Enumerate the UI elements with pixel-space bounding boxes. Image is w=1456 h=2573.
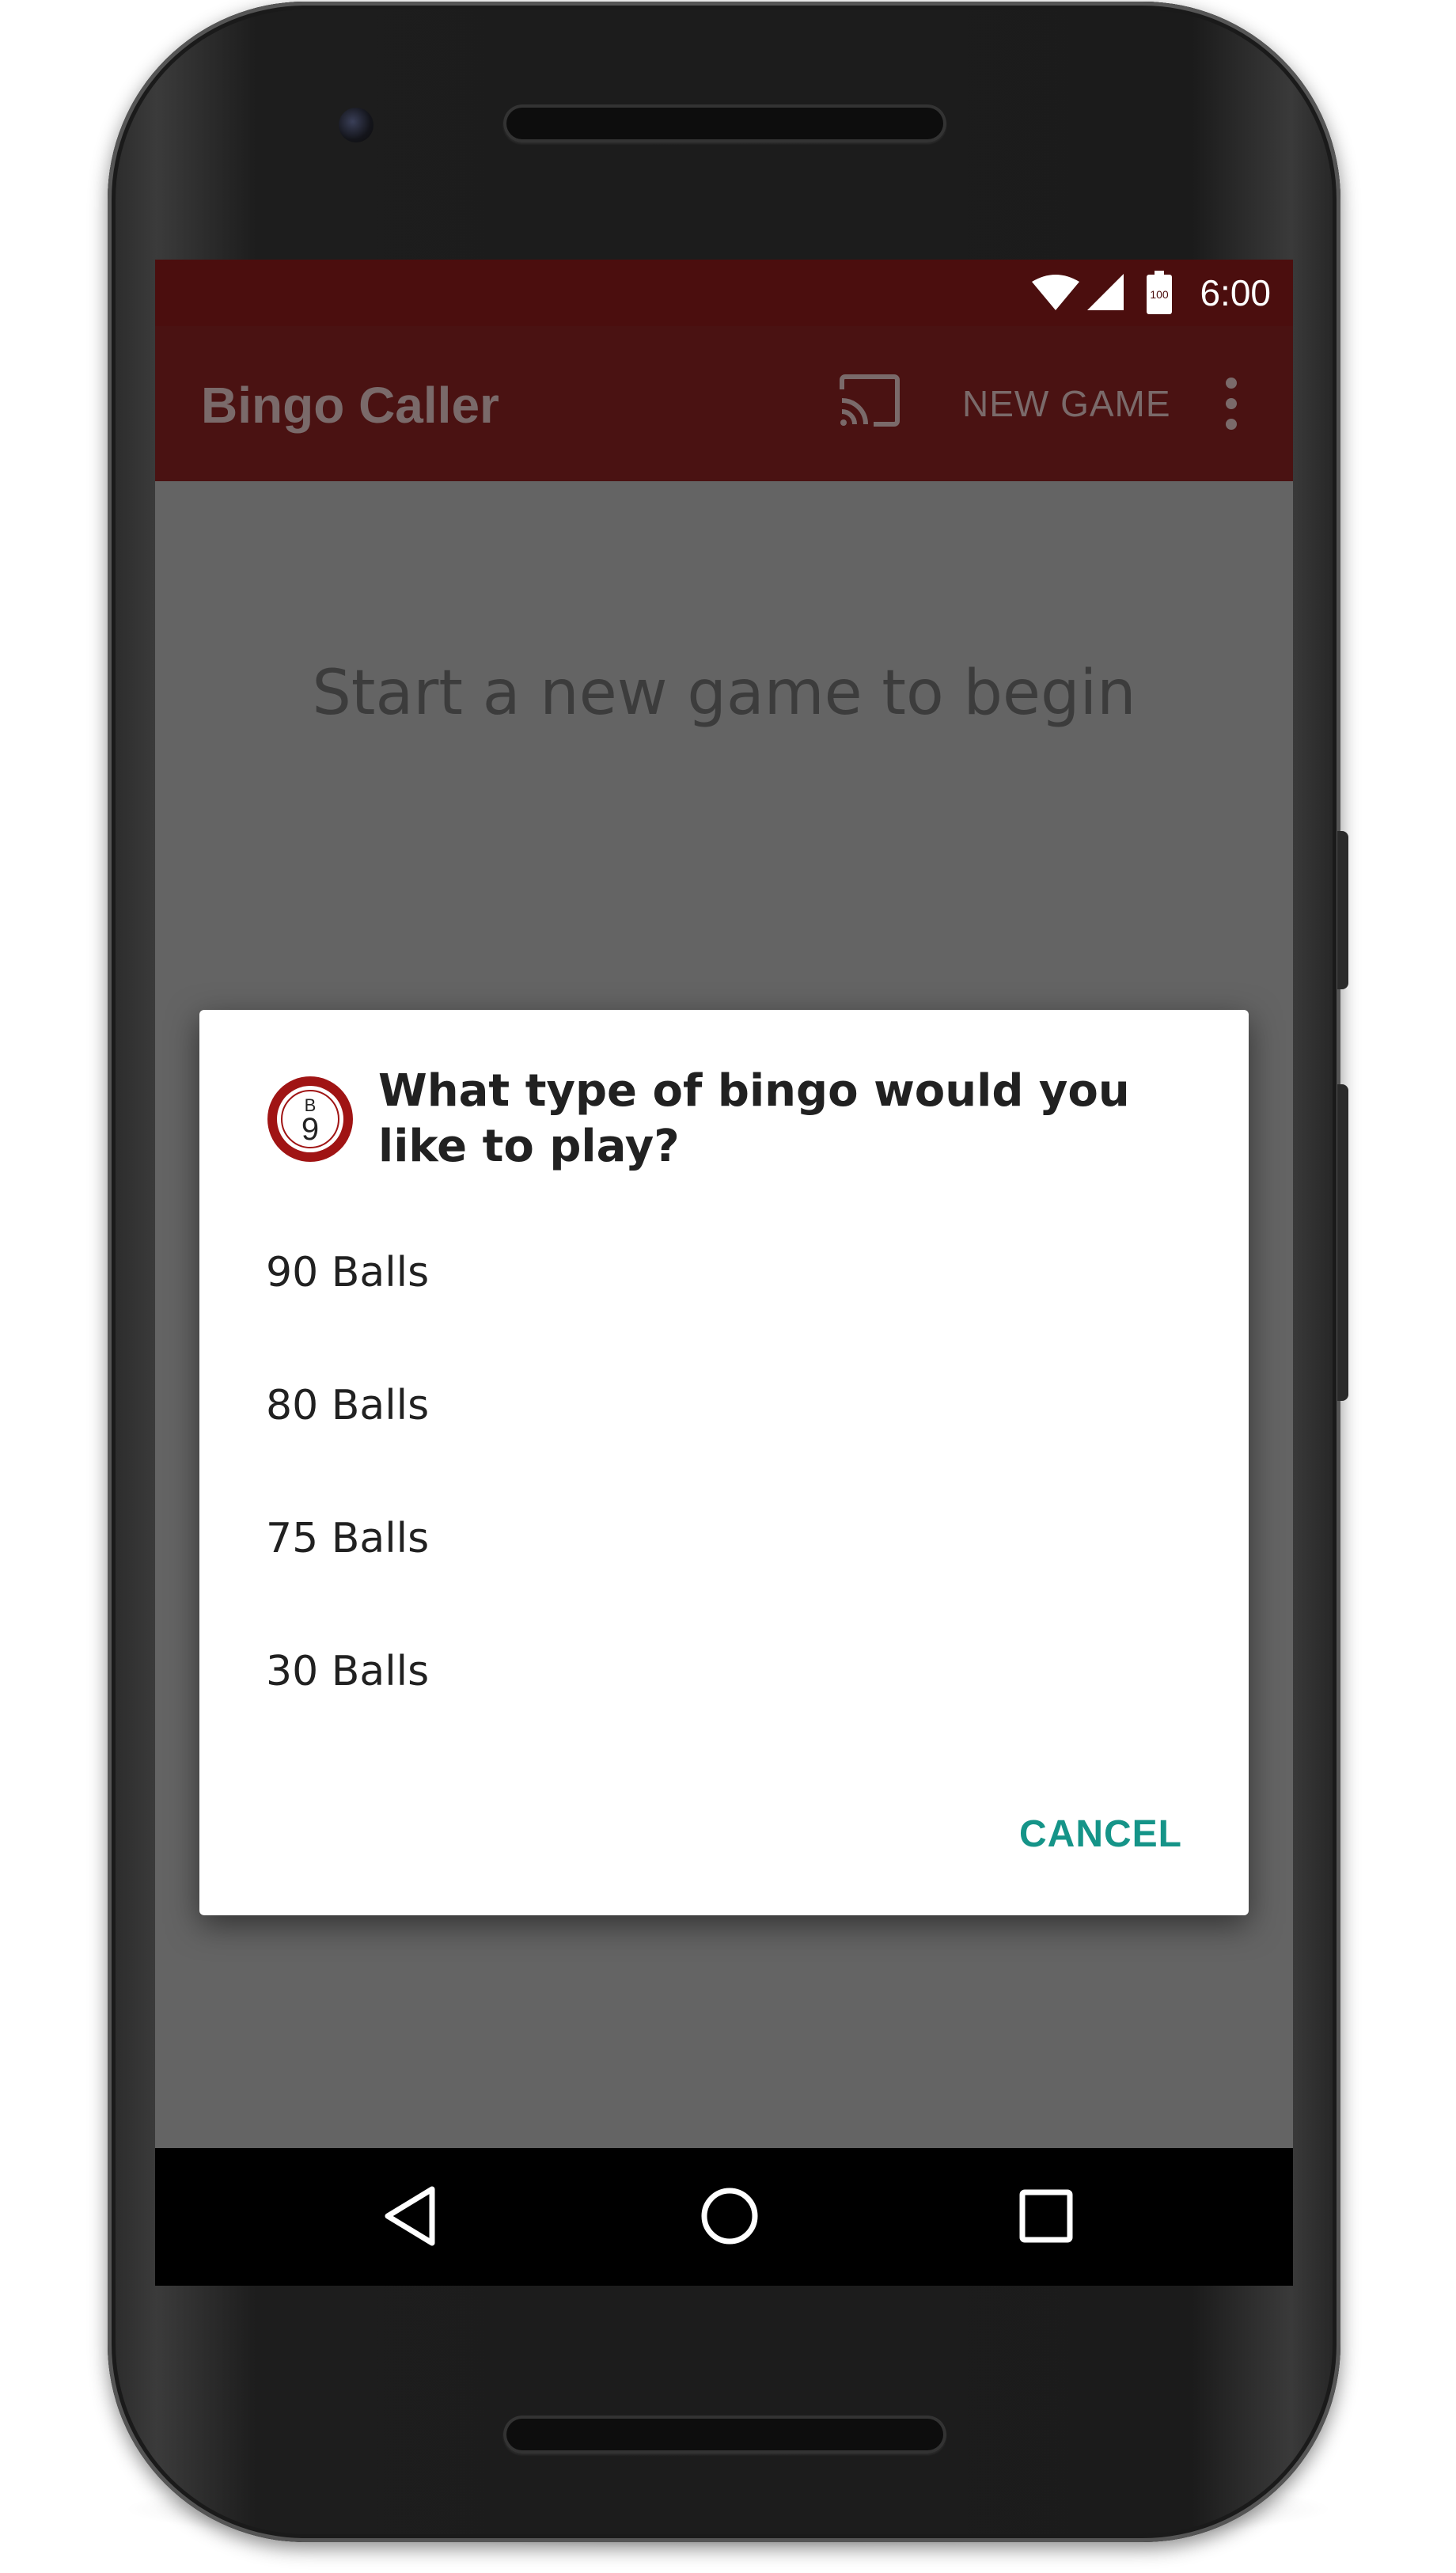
bottom-speaker	[503, 2416, 946, 2453]
option-label: 90 Balls	[266, 1249, 430, 1296]
empty-state-message: Start a new game to begin	[312, 658, 1136, 729]
recents-icon[interactable]	[1018, 2188, 1075, 2248]
bingo-ball-icon: B 9	[266, 1075, 355, 1167]
wifi-icon	[1030, 272, 1081, 315]
option-label: 30 Balls	[266, 1648, 430, 1695]
app-toolbar: Bingo Caller NEW GAME	[155, 326, 1293, 481]
phone-screen: 100 6:00 Bingo Caller NEW GAME Start a n…	[155, 260, 1293, 2286]
status-time: 6:00	[1200, 272, 1271, 313]
overflow-menu-icon[interactable]	[1223, 375, 1239, 435]
main-content: Start a new game to begin B 9 What type …	[155, 481, 1293, 2148]
option-label: 80 Balls	[266, 1382, 430, 1429]
cast-icon[interactable]	[837, 374, 902, 431]
battery-icon: 100	[1146, 271, 1173, 318]
volume-button	[1337, 1084, 1348, 1401]
battery-level: 100	[1150, 288, 1169, 301]
new-game-button[interactable]: NEW GAME	[962, 378, 1171, 429]
system-nav-bar	[155, 2148, 1293, 2286]
bingo-ball-number: 9	[301, 1112, 319, 1147]
dialog-title: What type of bingo would you like to pla…	[378, 1065, 1130, 1172]
option-80-balls[interactable]: 80 Balls	[199, 1339, 1249, 1472]
front-camera	[339, 108, 373, 142]
home-icon[interactable]	[696, 2183, 763, 2252]
status-bar: 100 6:00	[155, 260, 1293, 326]
power-button	[1337, 831, 1348, 989]
cancel-button[interactable]: CANCEL	[1019, 1801, 1182, 1868]
bingo-type-dialog: B 9 What type of bingo would you like to…	[199, 1010, 1249, 1915]
option-label: 75 Balls	[266, 1515, 430, 1562]
earpiece-speaker	[503, 104, 946, 142]
app-title: Bingo Caller	[201, 377, 499, 434]
option-90-balls[interactable]: 90 Balls	[199, 1206, 1249, 1339]
option-30-balls[interactable]: 30 Balls	[199, 1605, 1249, 1738]
back-icon[interactable]	[380, 2183, 440, 2252]
option-75-balls[interactable]: 75 Balls	[199, 1472, 1249, 1605]
signal-icon	[1086, 272, 1125, 315]
